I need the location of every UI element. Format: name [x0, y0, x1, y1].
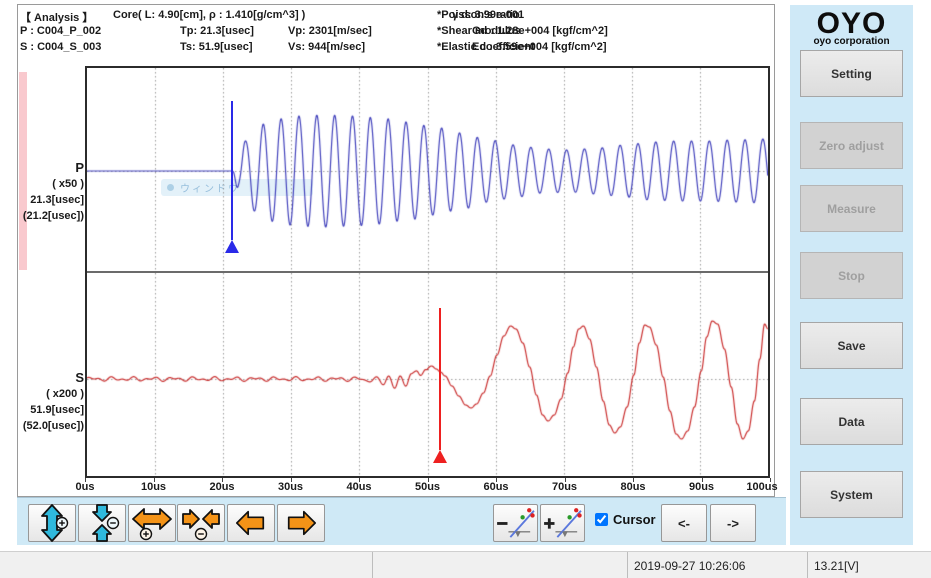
p-pick-time-secondary: (21.2[usec]) — [2, 208, 84, 224]
x-tick-mark — [496, 478, 497, 482]
pick-minus-icon — [495, 506, 537, 540]
x-tick-1: 10us — [141, 481, 166, 493]
tp-value: Tp: 21.3[usec] — [180, 25, 254, 37]
zoom-horizontal-in-button[interactable] — [128, 504, 176, 542]
s-pick-cursor[interactable] — [439, 308, 441, 450]
x-tick-6: 60us — [483, 481, 508, 493]
s-gain: ( x200 ) — [2, 386, 84, 402]
scroll-left-button[interactable] — [227, 504, 275, 542]
s-channel-labels: S ( x200 ) 51.9[usec] (52.0[usec]) — [2, 370, 84, 434]
arrow-left-icon — [234, 506, 268, 540]
zoom-vertical-in-button[interactable] — [28, 504, 76, 542]
vs-value: Vs: 944[m/sec] — [288, 41, 365, 53]
status-section-empty — [372, 552, 627, 578]
zoom-vertical-in-icon — [33, 504, 71, 542]
s-file-name: S : C004_S_003 — [20, 41, 101, 53]
pick-minus-adjust-button[interactable] — [493, 504, 538, 542]
x-tick-0: 0us — [76, 481, 95, 493]
x-tick-2: 20us — [209, 481, 234, 493]
sidebar: OYO oyo corporation Setting Zero adjust … — [790, 5, 913, 545]
zoom-horizontal-out-button[interactable] — [177, 504, 225, 542]
sidebar-button-save[interactable]: Save — [800, 322, 903, 369]
x-tick-mark — [702, 478, 703, 482]
status-voltage: 13.21[V] — [807, 552, 931, 578]
x-tick-mark — [154, 478, 155, 482]
waveform-chart: ウィンドウ — [85, 66, 770, 478]
x-tick-9: 90us — [689, 481, 714, 493]
toolbar: Cursor <- -> — [17, 497, 786, 545]
sidebar-button-setting[interactable]: Setting — [800, 50, 903, 97]
app-window: 【 Analysis 】 Core( L: 4.90[cm], ρ : 1.41… — [0, 0, 931, 578]
x-tick-mark — [85, 478, 86, 482]
p-file-name: P : C004_P_002 — [20, 25, 101, 37]
oyo-logo-subtitle: oyo corporation — [790, 36, 913, 47]
status-bar: 2019-09-27 10:26:06 13.21[V] — [0, 551, 931, 578]
sidebar-button-measure[interactable]: Measure — [800, 185, 903, 232]
scroll-right-button[interactable] — [277, 504, 325, 542]
elastic-coefficient-value: Ed : 3.59e+004 [kgf/cm^2] — [472, 41, 607, 53]
shear-modulus-value: Gd : 1.28e+004 [kgf/cm^2] — [472, 25, 608, 37]
ts-value: Ts: 51.9[usec] — [180, 41, 253, 53]
x-tick-3: 30us — [278, 481, 303, 493]
x-tick-7: 70us — [552, 481, 577, 493]
p-pick-cursor[interactable] — [231, 101, 233, 240]
p-pick-time: 21.3[usec] — [2, 192, 84, 208]
step-left-button[interactable]: <- — [661, 504, 707, 542]
x-tick-mark — [291, 478, 292, 482]
x-tick-mark — [428, 478, 429, 482]
x-tick-4: 40us — [346, 481, 371, 493]
x-tick-10: 100us — [746, 481, 777, 493]
oyo-logo-word: OYO — [790, 10, 913, 38]
p-gain: ( x50 ) — [2, 176, 84, 192]
sidebar-button-zero-adjust[interactable]: Zero adjust — [800, 122, 903, 169]
sidebar-button-stop[interactable]: Stop — [800, 252, 903, 299]
core-info: Core( L: 4.90[cm], ρ : 1.410[g/cm^3] ) — [113, 9, 305, 21]
x-tick-8: 80us — [620, 481, 645, 493]
cursor-toggle: Cursor — [595, 512, 656, 527]
zoom-vertical-out-button[interactable] — [78, 504, 126, 542]
zoom-horizontal-in-icon — [132, 504, 172, 542]
s-waveform-canvas[interactable] — [87, 273, 768, 476]
p-wave-panel: ウィンドウ — [87, 68, 768, 271]
poisson-ratio-value: γ d: 3.99e-001 — [452, 9, 524, 21]
pick-plus-adjust-button[interactable] — [540, 504, 585, 542]
oyo-logo: OYO oyo corporation — [790, 10, 913, 47]
x-tick-mark — [222, 478, 223, 482]
x-tick-mark — [359, 478, 360, 482]
zoom-vertical-out-icon — [83, 504, 121, 542]
s-pick-marker[interactable] — [433, 450, 447, 463]
p-channel-name: P — [2, 160, 84, 176]
x-tick-mark — [565, 478, 566, 482]
x-tick-mark — [770, 478, 771, 482]
p-channel-labels: P ( x50 ) 21.3[usec] (21.2[usec]) — [2, 160, 84, 224]
x-tick-5: 50us — [415, 481, 440, 493]
arrow-right-icon — [284, 506, 318, 540]
cursor-checkbox[interactable] — [595, 513, 608, 526]
zoom-horizontal-out-icon — [181, 504, 221, 542]
s-wave-panel — [87, 273, 768, 476]
vp-value: Vp: 2301[m/sec] — [288, 25, 372, 37]
s-pick-time-secondary: (52.0[usec]) — [2, 418, 84, 434]
step-right-button[interactable]: -> — [710, 504, 756, 542]
s-pick-time: 51.9[usec] — [2, 402, 84, 418]
p-pick-marker[interactable] — [225, 240, 239, 253]
p-waveform-canvas[interactable] — [87, 68, 768, 271]
s-channel-name: S — [2, 370, 84, 386]
analysis-mode-label: 【 Analysis 】 — [20, 9, 93, 25]
status-datetime: 2019-09-27 10:26:06 — [627, 552, 807, 578]
sidebar-button-data[interactable]: Data — [800, 398, 903, 445]
cursor-checkbox-label: Cursor — [613, 512, 656, 527]
pick-plus-icon — [542, 506, 584, 540]
x-tick-mark — [633, 478, 634, 482]
sidebar-button-system[interactable]: System — [800, 471, 903, 518]
